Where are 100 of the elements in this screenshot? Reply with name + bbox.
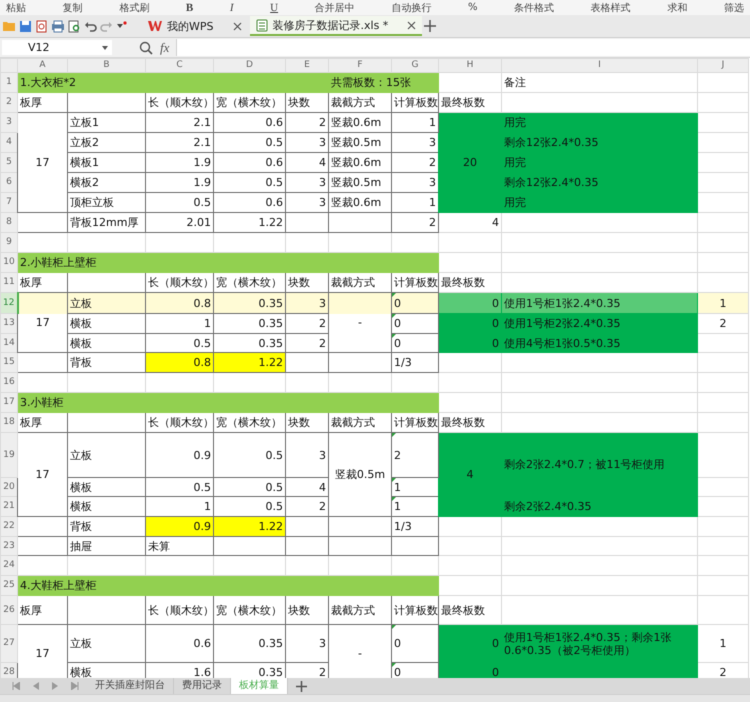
function-button[interactable]: fx [160,40,170,56]
column-header[interactable]: D [214,58,286,72]
zoom-icon[interactable] [139,40,153,54]
row-header[interactable]: 11 [0,272,18,292]
ribbon-button[interactable]: % [468,2,478,13]
table-cell: 4.大鞋柜上壁柜 [18,576,438,596]
column-header[interactable]: B [68,58,146,72]
table-cell: 1.大衣柜*2 [18,72,328,92]
table-cell: 0.5 [214,478,286,496]
row-header[interactable]: 22 [0,516,18,536]
row-header[interactable]: 6 [0,172,18,192]
row-header[interactable]: 14 [0,334,18,352]
row-header[interactable]: 10 [0,252,18,272]
row-header[interactable]: 24 [0,556,18,576]
table-cell: 宽（横木纹） [214,92,286,112]
row-header[interactable]: 4 [0,132,18,152]
column-header[interactable]: E [286,58,328,72]
ribbon-button[interactable]: 格式刷 [119,0,150,14]
table-cell: 背板 [68,516,146,536]
error-indicator-icon [392,664,396,667]
row-header[interactable]: 26 [0,596,18,624]
row-header[interactable]: 27 [0,624,18,662]
table-cell: 长（顺木纹） [146,596,214,624]
error-indicator-icon [392,294,396,297]
close-icon[interactable] [407,20,416,30]
column-header[interactable]: C [146,58,214,72]
column-header[interactable]: J [698,58,748,72]
table-cell: 0 [394,666,401,678]
table-cell: 4 [438,212,502,232]
row-header[interactable]: 25 [0,576,18,596]
table-cell: 3 [286,192,328,212]
preview-icon[interactable] [68,20,81,32]
ribbon-button[interactable]: 复制 [62,0,83,14]
format-button[interactable]: U [270,2,278,14]
row-header[interactable]: 12 [0,292,18,314]
w-logo-icon [148,20,162,32]
row-header[interactable]: 23 [0,536,18,556]
row-header[interactable]: 1 [0,72,18,92]
ribbon-button[interactable]: 筛选 [724,0,744,14]
table-cell: 1.9 [146,152,214,172]
sheet-tab[interactable]: 板材算量 [231,678,288,694]
table-cell: 3.小鞋柜 [18,392,438,412]
row-header[interactable]: 8 [0,212,18,232]
table-cell: 0.5 [146,192,214,212]
document-tab[interactable]: 我的WPS [142,16,248,36]
add-sheet-icon[interactable] [296,680,307,692]
row-header[interactable]: 9 [0,232,18,252]
format-button[interactable]: I [230,2,234,14]
save-icon[interactable] [19,20,32,32]
ribbon-button[interactable]: 条件格式 [514,0,554,14]
table-cell: 板厚 [18,596,68,624]
row-header[interactable]: 15 [0,352,18,372]
column-header[interactable]: H [438,58,502,72]
row-header[interactable]: 20 [0,478,18,496]
ribbon-button[interactable]: 表格样式 [590,0,631,14]
table-cell: 未算 [146,536,214,556]
row-header[interactable]: 5 [0,152,18,172]
column-header[interactable]: I [502,58,698,72]
document-icon[interactable] [35,20,48,32]
table-cell: 竖裁0.5m [328,172,392,192]
document-tab[interactable]: 装修房子数据记录.xls * [250,16,422,36]
table-cell: 1 [698,292,748,314]
row-header[interactable]: 16 [0,372,18,392]
ribbon-button[interactable]: 合并居中 [314,0,355,14]
table-cell: 横板 [68,496,146,516]
row-header[interactable]: 13 [0,314,18,334]
ribbon-button[interactable]: 求和 [667,0,688,14]
row-header[interactable]: 19 [0,432,18,478]
table-cell: 使用4号柜1张0.5*0.35 [502,334,698,352]
row-header[interactable]: 3 [0,112,18,132]
column-header[interactable]: F [328,58,392,72]
error-indicator-icon [392,626,396,629]
table-cell: 4 [286,152,328,172]
table-cell: - [328,292,392,352]
row-header[interactable]: 28 [0,662,18,678]
table-cell: 2.1 [146,132,214,152]
table-cell: 长（顺木纹） [146,412,214,432]
ribbon-button[interactable]: 自动换行 [391,0,432,14]
table-cell: 背板12mm厚 [68,212,146,232]
row-header[interactable]: 17 [0,392,18,412]
column-header[interactable]: G [392,58,438,72]
formula-input-field[interactable] [176,39,750,56]
name-box[interactable]: V12 [2,40,112,55]
table-cell: 0 [438,292,502,314]
row-header[interactable]: 21 [0,496,18,516]
close-icon[interactable] [232,22,242,30]
format-button[interactable]: B [186,2,194,14]
undo-icon[interactable] [84,20,97,32]
table-cell: 剩余12张2.4*0.35 [502,172,698,192]
add-tab-icon[interactable] [424,20,436,32]
column-header[interactable]: A [18,58,68,72]
table-cell: 3 [286,132,328,152]
row-header[interactable]: 7 [0,192,18,212]
row-header[interactable]: 2 [0,92,18,112]
table-cell: 0.6 [146,624,214,662]
ribbon-button[interactable]: 粘贴 [6,0,26,14]
table-cell: 0 [394,296,401,310]
row-header[interactable]: 18 [0,412,18,432]
print-icon[interactable] [51,20,65,32]
table-cell: 2.1 [146,112,214,132]
